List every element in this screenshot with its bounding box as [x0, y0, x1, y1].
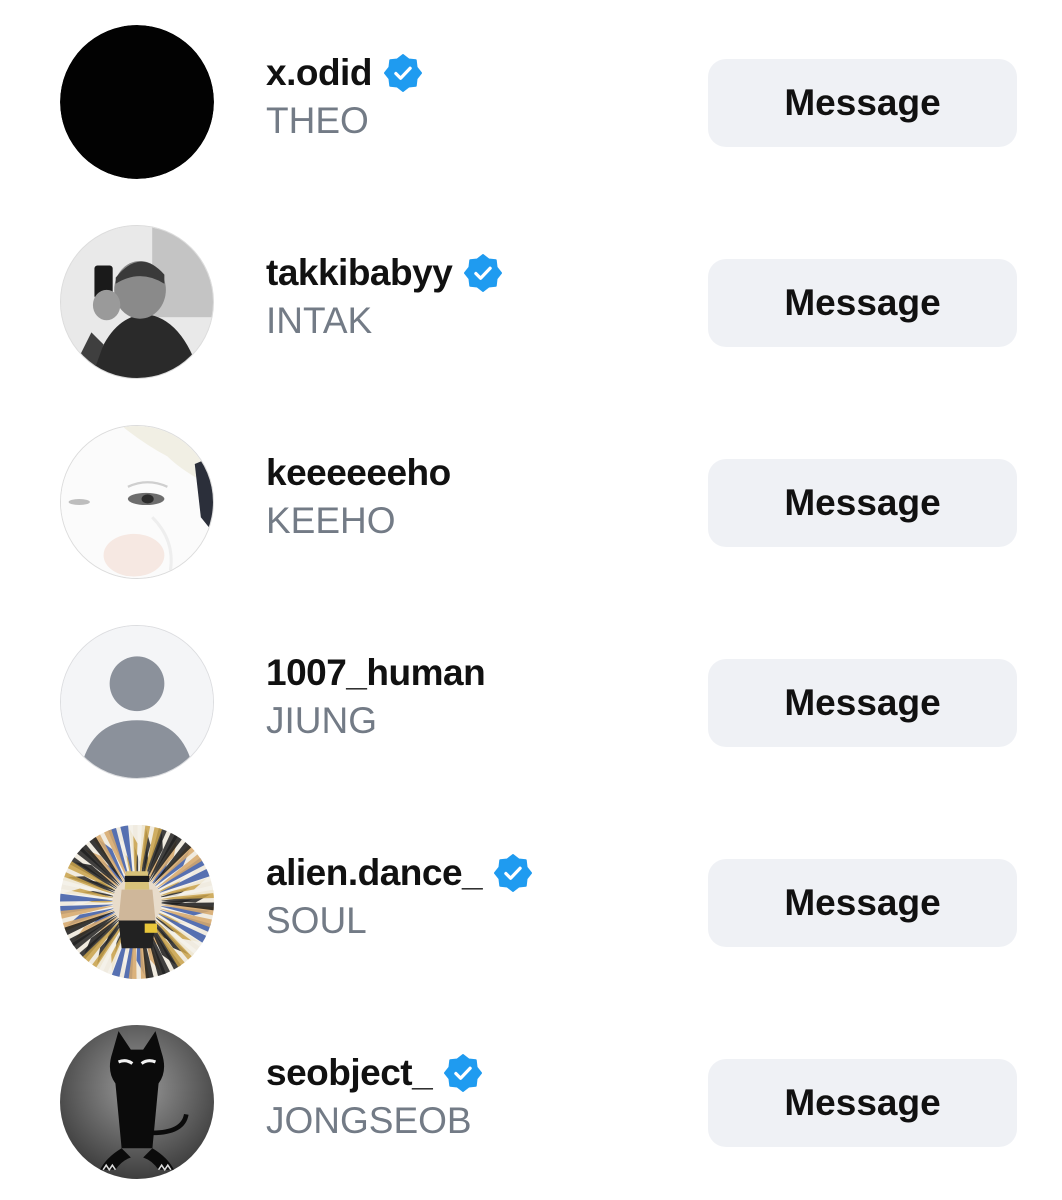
user-row[interactable]: 1007_human JIUNG Message — [0, 600, 1062, 800]
message-button[interactable]: Message — [708, 659, 1017, 747]
closeup-face-avatar[interactable] — [60, 425, 214, 579]
full-name: KEEHO — [266, 500, 396, 541]
username[interactable]: x.odid — [266, 52, 372, 94]
username[interactable]: 1007_human — [266, 652, 486, 694]
message-button[interactable]: Message — [708, 859, 1017, 947]
verified-badge-icon — [383, 54, 422, 92]
user-text: x.odid THEO — [266, 50, 422, 142]
full-name: JONGSEOB — [266, 1100, 472, 1141]
verified-badge-icon — [444, 1054, 483, 1092]
user-row[interactable]: keeeeeeho KEEHO Message — [0, 400, 1062, 600]
message-button[interactable]: Message — [708, 259, 1017, 347]
verified-badge-icon — [494, 854, 533, 892]
verified-badge-icon — [464, 254, 503, 292]
full-name: SOUL — [266, 900, 367, 941]
user-row[interactable]: seobject_ JONGSEOB Message — [0, 1000, 1062, 1200]
mirror-selfie-avatar[interactable] — [60, 225, 214, 379]
user-list: x.odid THEO Message takkibabyy INTAK Mes… — [0, 0, 1062, 1200]
user-row[interactable]: takkibabyy INTAK Message — [0, 200, 1062, 400]
user-row[interactable]: x.odid THEO Message — [0, 0, 1062, 200]
user-text: alien.dance_ SOUL — [266, 850, 533, 942]
full-name: INTAK — [266, 300, 373, 341]
message-button[interactable]: Message — [708, 1059, 1017, 1147]
user-text: 1007_human JIUNG — [266, 650, 486, 742]
psychedelic-avatar[interactable] — [60, 825, 214, 979]
message-button[interactable]: Message — [708, 59, 1017, 147]
black-cat-avatar[interactable] — [60, 1025, 214, 1179]
user-row[interactable]: alien.dance_ SOUL Message — [0, 800, 1062, 1000]
full-name: JIUNG — [266, 700, 377, 741]
full-name: THEO — [266, 100, 369, 141]
black-circle-avatar[interactable] — [60, 25, 214, 179]
user-text: keeeeeeho KEEHO — [266, 450, 451, 542]
default-person-avatar[interactable] — [60, 625, 214, 779]
username[interactable]: keeeeeeho — [266, 452, 451, 494]
username[interactable]: seobject_ — [266, 1052, 433, 1094]
username[interactable]: alien.dance_ — [266, 852, 483, 894]
user-text: seobject_ JONGSEOB — [266, 1050, 483, 1142]
username[interactable]: takkibabyy — [266, 252, 453, 294]
user-text: takkibabyy INTAK — [266, 250, 503, 342]
message-button[interactable]: Message — [708, 459, 1017, 547]
